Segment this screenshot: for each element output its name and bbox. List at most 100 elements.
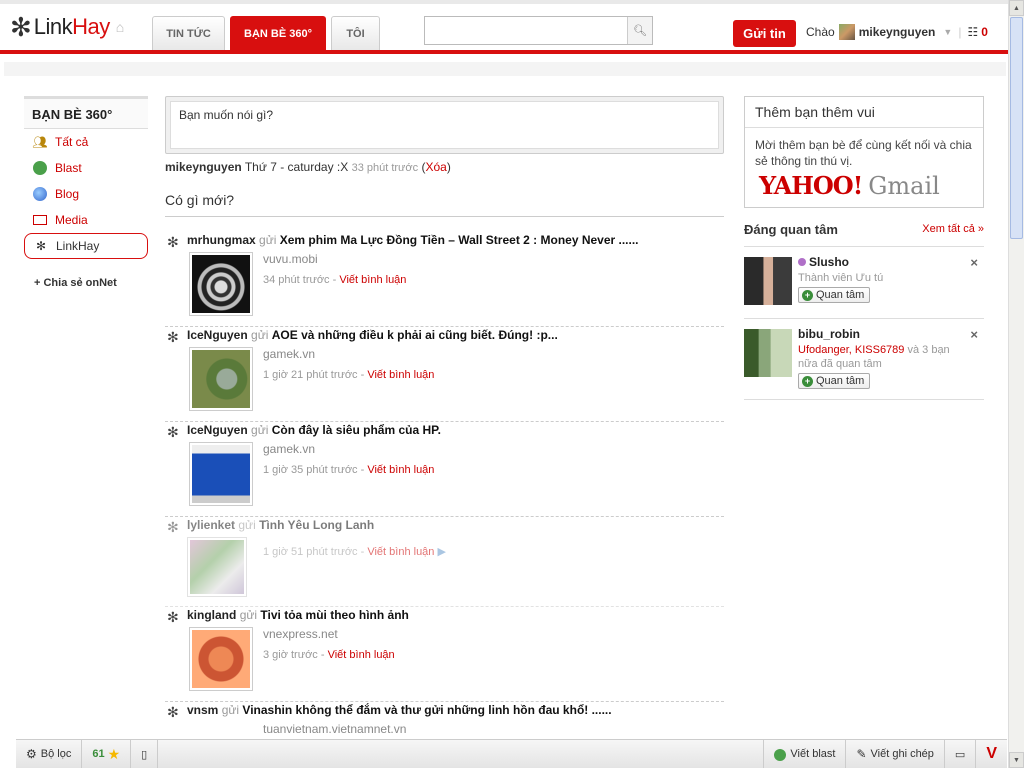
star-icon: ★ (107, 745, 121, 762)
vertical-scrollbar[interactable]: ▲ ▼ (1008, 0, 1024, 768)
feed-author[interactable]: kingland (187, 608, 236, 622)
write-note-button[interactable]: ✎ Viết ghi chép (845, 739, 943, 768)
nav-item-label: Blast (55, 161, 82, 175)
home-icon[interactable]: ⌂ (116, 19, 124, 35)
username-link[interactable]: mikeynguyen (859, 25, 936, 39)
feed-author[interactable]: IceNguyen (187, 328, 248, 342)
feed-title-link[interactable]: AOE và những điều k phải ai cũng biết. Đ… (272, 328, 558, 342)
play-icon[interactable]: ▶ (437, 546, 445, 558)
feed-title-link[interactable]: Xem phim Ma Lực Đồng Tiền – Wall Street … (280, 233, 639, 247)
document-icon: ▯ (141, 748, 148, 761)
user-avatar[interactable] (838, 24, 855, 40)
feed-title-link[interactable]: Vinashin không thể đắm và thư gửi những … (242, 703, 611, 717)
person-subtitle: Thành viên Ưu tú (798, 272, 884, 284)
tab-toi[interactable]: TÔI (331, 16, 380, 50)
person-name[interactable]: Slusho (809, 255, 849, 269)
feed-item-line: lylienket gửi Tình Yêu Long Lanh (187, 518, 374, 532)
feed-title-link[interactable]: Tình Yêu Long Lanh (259, 518, 374, 532)
status-user[interactable]: mikeynguyen (165, 160, 242, 174)
feed-meta: 3 giờ trước - Viết bình luận (263, 649, 395, 661)
feed-thumbnail[interactable] (189, 347, 253, 411)
logo-star-icon: ✻ (10, 12, 32, 42)
linkhay-logo[interactable]: ✻ Link Hay ⌂ (10, 14, 124, 40)
feed-thumbnail[interactable] (187, 537, 247, 597)
feed-meta: 34 phút trước - Viết bình luận (263, 274, 407, 286)
follow-button[interactable]: + Quan tâm (798, 373, 871, 389)
feed-time: 3 giờ trước (263, 649, 318, 661)
scroll-thumb[interactable] (1010, 17, 1023, 239)
feed-author[interactable]: vnsm (187, 703, 218, 717)
points-count: 61 (92, 748, 105, 760)
nav-item-label: Blog (55, 187, 80, 201)
delete-status-link[interactable]: Xóa (425, 160, 446, 174)
follow-label: Quan tâm (816, 375, 865, 387)
tab-tin-tuc[interactable]: TIN TỨC (152, 16, 225, 50)
feed-author[interactable]: mrhungmax (187, 233, 256, 247)
notification-icon[interactable]: ☷ (967, 25, 978, 39)
mutual-followers-link[interactable]: Ufodanger, KISS6789 (798, 344, 904, 356)
feed-source: tuanvietnam.vietnamnet.vn (263, 722, 407, 736)
chevron-down-icon[interactable]: ▼ (943, 27, 952, 37)
filter-button[interactable]: ⚙ Bộ lọc (16, 739, 83, 768)
plus-icon: + (802, 289, 813, 301)
blast-icon (32, 160, 48, 176)
suggested-people-header: Đáng quan tâm Xem tất cả » (744, 222, 984, 237)
write-comment-link[interactable]: Viết bình luận (328, 649, 395, 661)
feed-meta: 1 giờ 35 phút trước - Viết bình luận (263, 464, 435, 476)
search-button[interactable]: 🔍︎ (627, 17, 652, 44)
suggested-person: Slusho Thành viên Ưu tú + Quan tâm × (744, 246, 984, 318)
logo-text-link: Link (33, 14, 73, 39)
points-badge[interactable]: 61 ★ (82, 739, 132, 768)
feed-author[interactable]: lylienket (187, 518, 235, 532)
close-icon[interactable]: × (970, 327, 978, 342)
feed-verb: gửi (251, 423, 269, 437)
screen-button[interactable]: ▭ (943, 739, 975, 768)
nav-item-blog[interactable]: Blog (24, 181, 148, 207)
status-input[interactable]: Bạn muốn nói gì? (170, 101, 719, 149)
feed-source: gamek.vn (263, 347, 316, 361)
person-avatar[interactable] (744, 329, 792, 377)
yahoo-logo[interactable]: YAHOO! (759, 171, 863, 200)
feed-title-link[interactable]: Còn đây là siêu phẩm của HP. (272, 423, 441, 437)
see-all-link[interactable]: Xem tất cả » (922, 223, 984, 235)
follow-button[interactable]: + Quan tâm (798, 287, 871, 303)
scroll-down-arrow-icon[interactable]: ▼ (1009, 752, 1024, 768)
feed-verb: gửi (259, 233, 277, 247)
greeting-text: Chào (806, 25, 835, 39)
scroll-up-arrow-icon[interactable]: ▲ (1009, 0, 1024, 16)
gmail-logo[interactable]: Gmail (868, 172, 940, 200)
nav-item-all[interactable]: 👥︎ Tất cả (24, 129, 148, 155)
feed-thumbnail[interactable] (189, 252, 253, 316)
feed-verb: gửi (238, 518, 256, 532)
write-blast-button[interactable]: Viết blast (763, 739, 845, 768)
feed-title-link[interactable]: Tivi tỏa mùi theo hình ảnh (260, 608, 408, 622)
write-comment-link[interactable]: Viết bình luận (367, 464, 434, 476)
search-input[interactable] (425, 17, 625, 44)
feed-thumbnail[interactable] (189, 442, 253, 506)
gear-icon: ⚙ (26, 747, 37, 761)
close-icon[interactable]: × (970, 255, 978, 270)
post-news-button[interactable]: Gửi tin (733, 20, 796, 47)
notes-button[interactable]: ▯ (131, 739, 159, 768)
write-comment-link[interactable]: Viết bình luận (367, 369, 434, 381)
media-icon (32, 212, 48, 228)
nav-item-linkhay[interactable]: ✻ LinkHay (24, 233, 148, 259)
share-onnet-link[interactable]: + Chia sẻ onNet (24, 277, 148, 289)
notification-count[interactable]: 0 (981, 25, 988, 39)
feed-author[interactable]: IceNguyen (187, 423, 248, 437)
nav-item-blast[interactable]: Blast (24, 155, 148, 181)
top-bar: ✻ Link Hay ⌂ TIN TỨC BẠN BÈ 360° TÔI 🔍︎ G… (0, 0, 1008, 54)
write-comment-link[interactable]: Viết bình luận (367, 546, 434, 558)
tab-ban-be-360[interactable]: BẠN BÈ 360° (230, 16, 326, 50)
person-avatar[interactable] (744, 257, 792, 305)
feed-thumbnail[interactable] (189, 627, 253, 691)
person-name[interactable]: bibu_robin (798, 327, 860, 341)
feed-meta: 1 giờ 21 phút trước - Viết bình luận (263, 369, 435, 381)
blast-icon (774, 747, 787, 761)
v-button[interactable]: V (975, 739, 1007, 768)
monitor-icon: ▭ (954, 748, 966, 761)
feed-item: ✻ kingland gửi Tivi tỏa mùi theo hình ản… (165, 607, 724, 702)
write-comment-link[interactable]: Viết bình luận (339, 274, 406, 286)
nav-item-media[interactable]: Media (24, 207, 148, 233)
latest-status: mikeynguyen Thứ 7 - caturday :X 33 phút … (165, 160, 451, 174)
